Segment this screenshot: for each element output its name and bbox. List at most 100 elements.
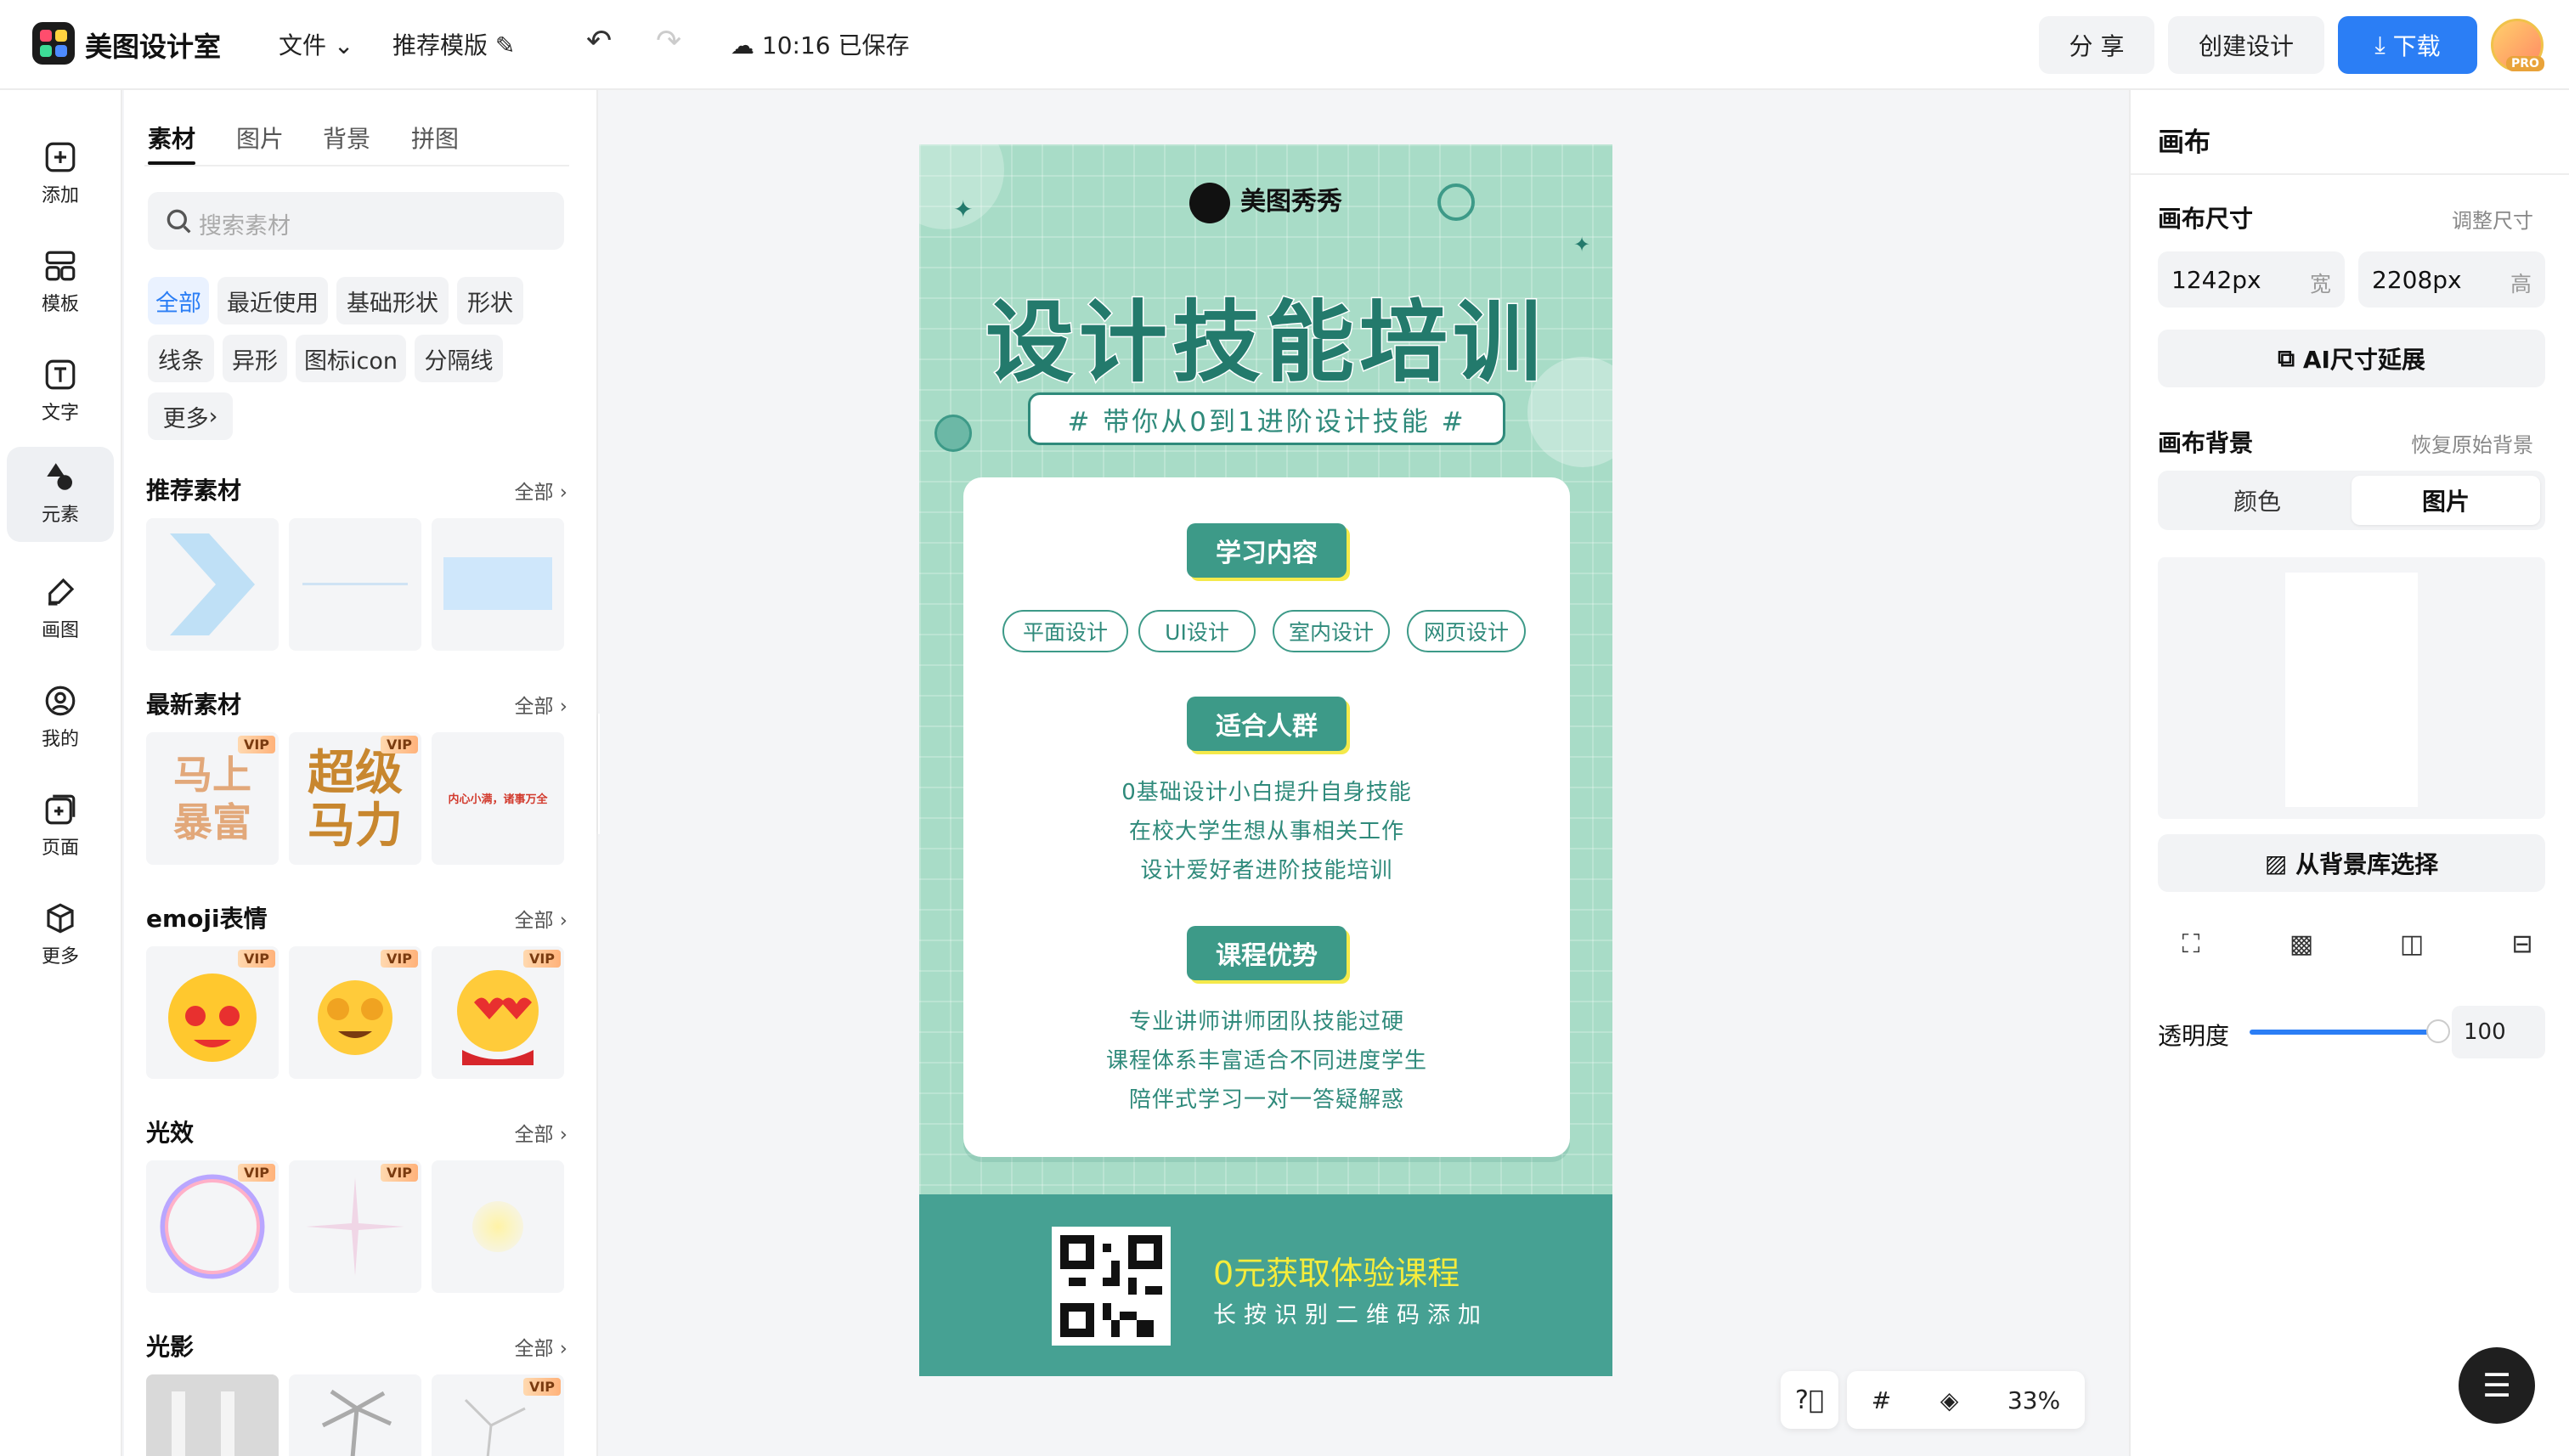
emoji-thumb-money[interactable]: VIP <box>146 946 279 1079</box>
help-icon: ?⃝ <box>1795 1385 1824 1415</box>
emoji-thumb-coin-eyes[interactable]: VIP <box>289 946 421 1079</box>
light-thumb-ring[interactable]: VIP <box>146 1160 279 1293</box>
tab-images[interactable]: 图片 <box>236 121 284 155</box>
chip-shapes[interactable]: 形状 <box>457 277 523 324</box>
box-icon <box>47 903 74 934</box>
tab-collage[interactable]: 拼图 <box>411 121 459 155</box>
zoom-level[interactable]: 33% <box>2007 1386 2060 1414</box>
restore-bg-link[interactable]: 恢复原始背景 <box>2411 428 2533 458</box>
grid-icon[interactable]: # <box>1872 1386 1891 1414</box>
poster-footer: 0元获取体验课程 长按识别二维码添加 <box>919 1194 1612 1376</box>
active-tab-underline <box>148 161 195 165</box>
edit-icon: ✎ <box>494 31 516 59</box>
shadow-thumb-palm[interactable] <box>289 1374 421 1456</box>
chip-dividers[interactable]: 分隔线 <box>415 335 503 382</box>
badge-learning-content: 学习内容 <box>1187 523 1347 578</box>
vip-badge: VIP <box>380 1164 418 1182</box>
file-menu[interactable]: 文件 ⌄ <box>279 27 353 61</box>
ai-extend-button[interactable]: ⧉ AI尺寸延展 <box>2158 330 2545 387</box>
asset-thumb-text-fortune[interactable]: 马上暴富 VIP <box>146 732 279 865</box>
chevron-right-icon: › <box>208 403 218 430</box>
bg-preview[interactable] <box>2158 557 2545 819</box>
zoom-toolbar: ?⃝ # ◈ 33% <box>1781 1371 2085 1429</box>
chip-lines[interactable]: 线条 <box>148 335 214 382</box>
redo-icon[interactable]: ↷ <box>656 24 681 59</box>
nav-item-template[interactable]: 模板 <box>7 236 114 331</box>
search-input[interactable]: 搜索素材 <box>148 192 564 250</box>
emoji-thumb-heart-eyes[interactable]: VIP <box>432 946 564 1079</box>
section-title-light-effects: 光效 <box>146 1119 195 1147</box>
seg-color[interactable]: 颜色 <box>2163 476 2352 525</box>
chip-more[interactable]: 更多 › <box>148 392 233 440</box>
resize-link[interactable]: 调整尺寸 <box>2452 204 2533 234</box>
chip-all[interactable]: 全部 <box>148 277 209 324</box>
asset-thumb-rectangle[interactable] <box>432 518 564 651</box>
app-logo[interactable] <box>32 22 75 65</box>
chip-recent[interactable]: 最近使用 <box>217 277 328 324</box>
see-all-light-effects[interactable]: 全部 › <box>514 1118 567 1147</box>
asset-thumb-text-power[interactable]: 超级马力 VIP <box>289 732 421 865</box>
help-button[interactable]: ?⃝ <box>1781 1371 1838 1429</box>
opacity-input[interactable]: 100 <box>2452 1006 2545 1058</box>
assistant-fab-button[interactable]: ☰ <box>2459 1347 2535 1424</box>
palm-leaf-icon <box>321 1389 392 1456</box>
see-all-latest[interactable]: 全部 › <box>514 690 567 719</box>
poster-canvas[interactable]: ✦ ✦ 美图秀秀 设计技能培训 # 带你从0到1进阶设计技能 # 学习内容 平面… <box>919 144 1612 1376</box>
light-thumb-sparkle[interactable]: VIP <box>289 1160 421 1293</box>
bg-library-button[interactable]: ▨ 从背景库选择 <box>2158 834 2545 892</box>
share-button[interactable]: 分 享 <box>2039 16 2154 74</box>
shadow-thumb-branch[interactable]: VIP <box>432 1374 564 1456</box>
footer-subtitle: 长按识别二维码添加 <box>1213 1302 1488 1329</box>
chip-irregular[interactable]: 异形 <box>223 335 287 382</box>
crop-icon[interactable]: ⛶ <box>2170 923 2212 965</box>
create-design-button[interactable]: 创建设计 <box>2168 16 2324 74</box>
user-icon <box>45 686 76 716</box>
poster-title: 设计技能培训 <box>984 290 1546 396</box>
app-name: 美图设计室 <box>85 31 222 63</box>
asset-thumb-line[interactable] <box>289 518 421 651</box>
chip-icons[interactable]: 图标icon <box>296 335 406 382</box>
bg-type-segmented: 颜色 图片 <box>2158 471 2545 530</box>
seg-image[interactable]: 图片 <box>2352 476 2540 525</box>
tab-materials[interactable]: 素材 <box>148 121 195 155</box>
nav-item-draw[interactable]: 画图 <box>7 562 114 657</box>
pro-badge: PRO <box>2506 56 2544 71</box>
download-button[interactable]: ⤓ 下载 <box>2338 16 2477 74</box>
chip-basic-shapes[interactable]: 基础形状 <box>336 277 449 324</box>
layers-icon[interactable]: ◈ <box>1940 1386 1959 1414</box>
width-unit: 宽 <box>2309 272 2331 296</box>
asset-thumb-text-slogan[interactable]: 内心小满，诸事万全 <box>432 732 564 865</box>
power-text: 超级马力 <box>308 746 403 854</box>
plus-square-icon <box>45 142 76 172</box>
nav-label: 页面 <box>41 838 79 859</box>
see-all-recommended[interactable]: 全部 › <box>514 476 567 505</box>
recommend-template-button[interactable]: 推荐模版 ✎ <box>392 27 515 61</box>
nav-item-elements[interactable]: 元素 <box>7 447 114 542</box>
asset-thumb-chevron[interactable] <box>146 518 279 651</box>
light-thumb-glow[interactable] <box>432 1160 564 1293</box>
audience-line: 设计爱好者进阶技能培训 <box>1140 858 1393 883</box>
opacity-slider-track[interactable] <box>2250 1030 2438 1035</box>
see-all-emoji[interactable]: 全部 › <box>514 904 567 933</box>
advantage-line: 课程体系丰富适合不同进度学生 <box>1105 1048 1427 1074</box>
nav-item-add[interactable]: 添加 <box>7 127 114 223</box>
see-all-shadows[interactable]: 全部 › <box>514 1332 567 1361</box>
width-field[interactable]: 1242px 宽 <box>2158 251 2345 308</box>
replace-image-icon[interactable]: ▩ <box>2280 923 2323 965</box>
undo-icon[interactable]: ↶ <box>586 24 612 59</box>
page-add-icon <box>45 794 76 825</box>
see-all-label: 全部 <box>514 482 554 504</box>
nav-item-mine[interactable]: 我的 <box>7 671 114 766</box>
flip-vertical-icon[interactable]: ⊟ <box>2501 923 2544 965</box>
nav-item-more[interactable]: 更多 <box>7 889 114 984</box>
nav-item-page[interactable]: 页面 <box>7 780 114 875</box>
cloud-icon: ☁ <box>731 31 754 59</box>
asset-panel: 素材 图片 背景 拼图 搜索素材 全部 最近使用 基础形状 形状 线条 异形 图… <box>124 90 598 1456</box>
nav-item-text[interactable]: 文字 <box>7 345 114 440</box>
tab-backgrounds[interactable]: 背景 <box>323 121 370 155</box>
flip-horizontal-icon[interactable]: ◫ <box>2391 923 2433 965</box>
height-field[interactable]: 2208px 高 <box>2358 251 2545 308</box>
shadow-thumb-window[interactable] <box>146 1374 279 1456</box>
chevron-down-icon: ⌄ <box>333 31 354 59</box>
opacity-slider-handle[interactable] <box>2426 1019 2450 1043</box>
